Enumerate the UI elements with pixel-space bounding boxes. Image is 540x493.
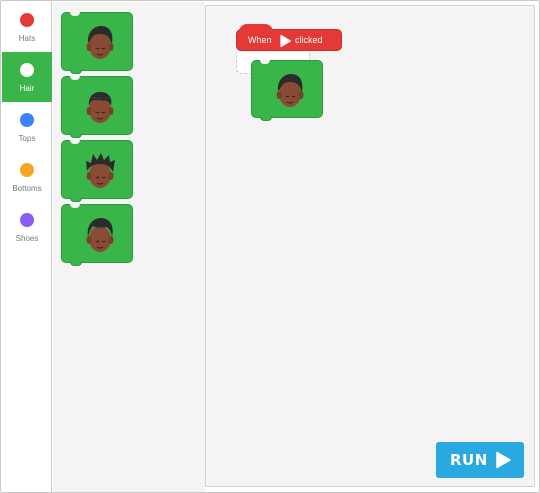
shoes-category-dot [20,213,34,227]
play-flag-icon [280,34,292,48]
category-label: Shoes [15,234,39,243]
bottoms-category-dot [20,163,34,177]
hair-block-short[interactable] [61,12,133,74]
app-frame: Hats Hair Tops Bottoms Shoes When clicke… [0,0,540,493]
hair-block-side-part[interactable] [61,204,133,266]
short-hair-icon [86,26,114,59]
block-palette [53,2,205,492]
short-hair-icon [276,74,304,107]
category-tops[interactable]: Tops [2,102,52,152]
category-sidebar: Hats Hair Tops Bottoms Shoes [2,2,52,492]
hair-category-dot [20,63,34,77]
hat-block-clicked-label: clicked [295,35,323,45]
run-button[interactable]: RUN [436,442,524,478]
hats-category-dot [20,13,34,27]
side-part-hair-icon [86,218,114,252]
script-workspace[interactable]: When clicked RUN [205,5,535,487]
hat-block-when-label: When [248,35,272,45]
category-shoes[interactable]: Shoes [2,202,52,252]
tops-category-dot [20,113,34,127]
play-icon [496,451,511,469]
workspace-hair-block[interactable] [251,60,323,121]
hair-block-wavy[interactable] [61,76,133,138]
category-label: Hats [18,34,36,43]
category-hats[interactable]: Hats [2,2,52,52]
hair-block-spiky[interactable] [61,140,133,202]
when-flag-clicked-block[interactable]: When clicked [236,24,342,51]
run-button-label: RUN [450,451,488,469]
wavy-hair-icon [86,92,114,123]
category-label: Tops [18,134,36,143]
category-hair[interactable]: Hair [2,52,52,102]
category-bottoms[interactable]: Bottoms [2,152,52,202]
category-label: Hair [19,84,35,93]
category-label: Bottoms [12,184,42,193]
spiky-hair-icon [86,153,115,188]
